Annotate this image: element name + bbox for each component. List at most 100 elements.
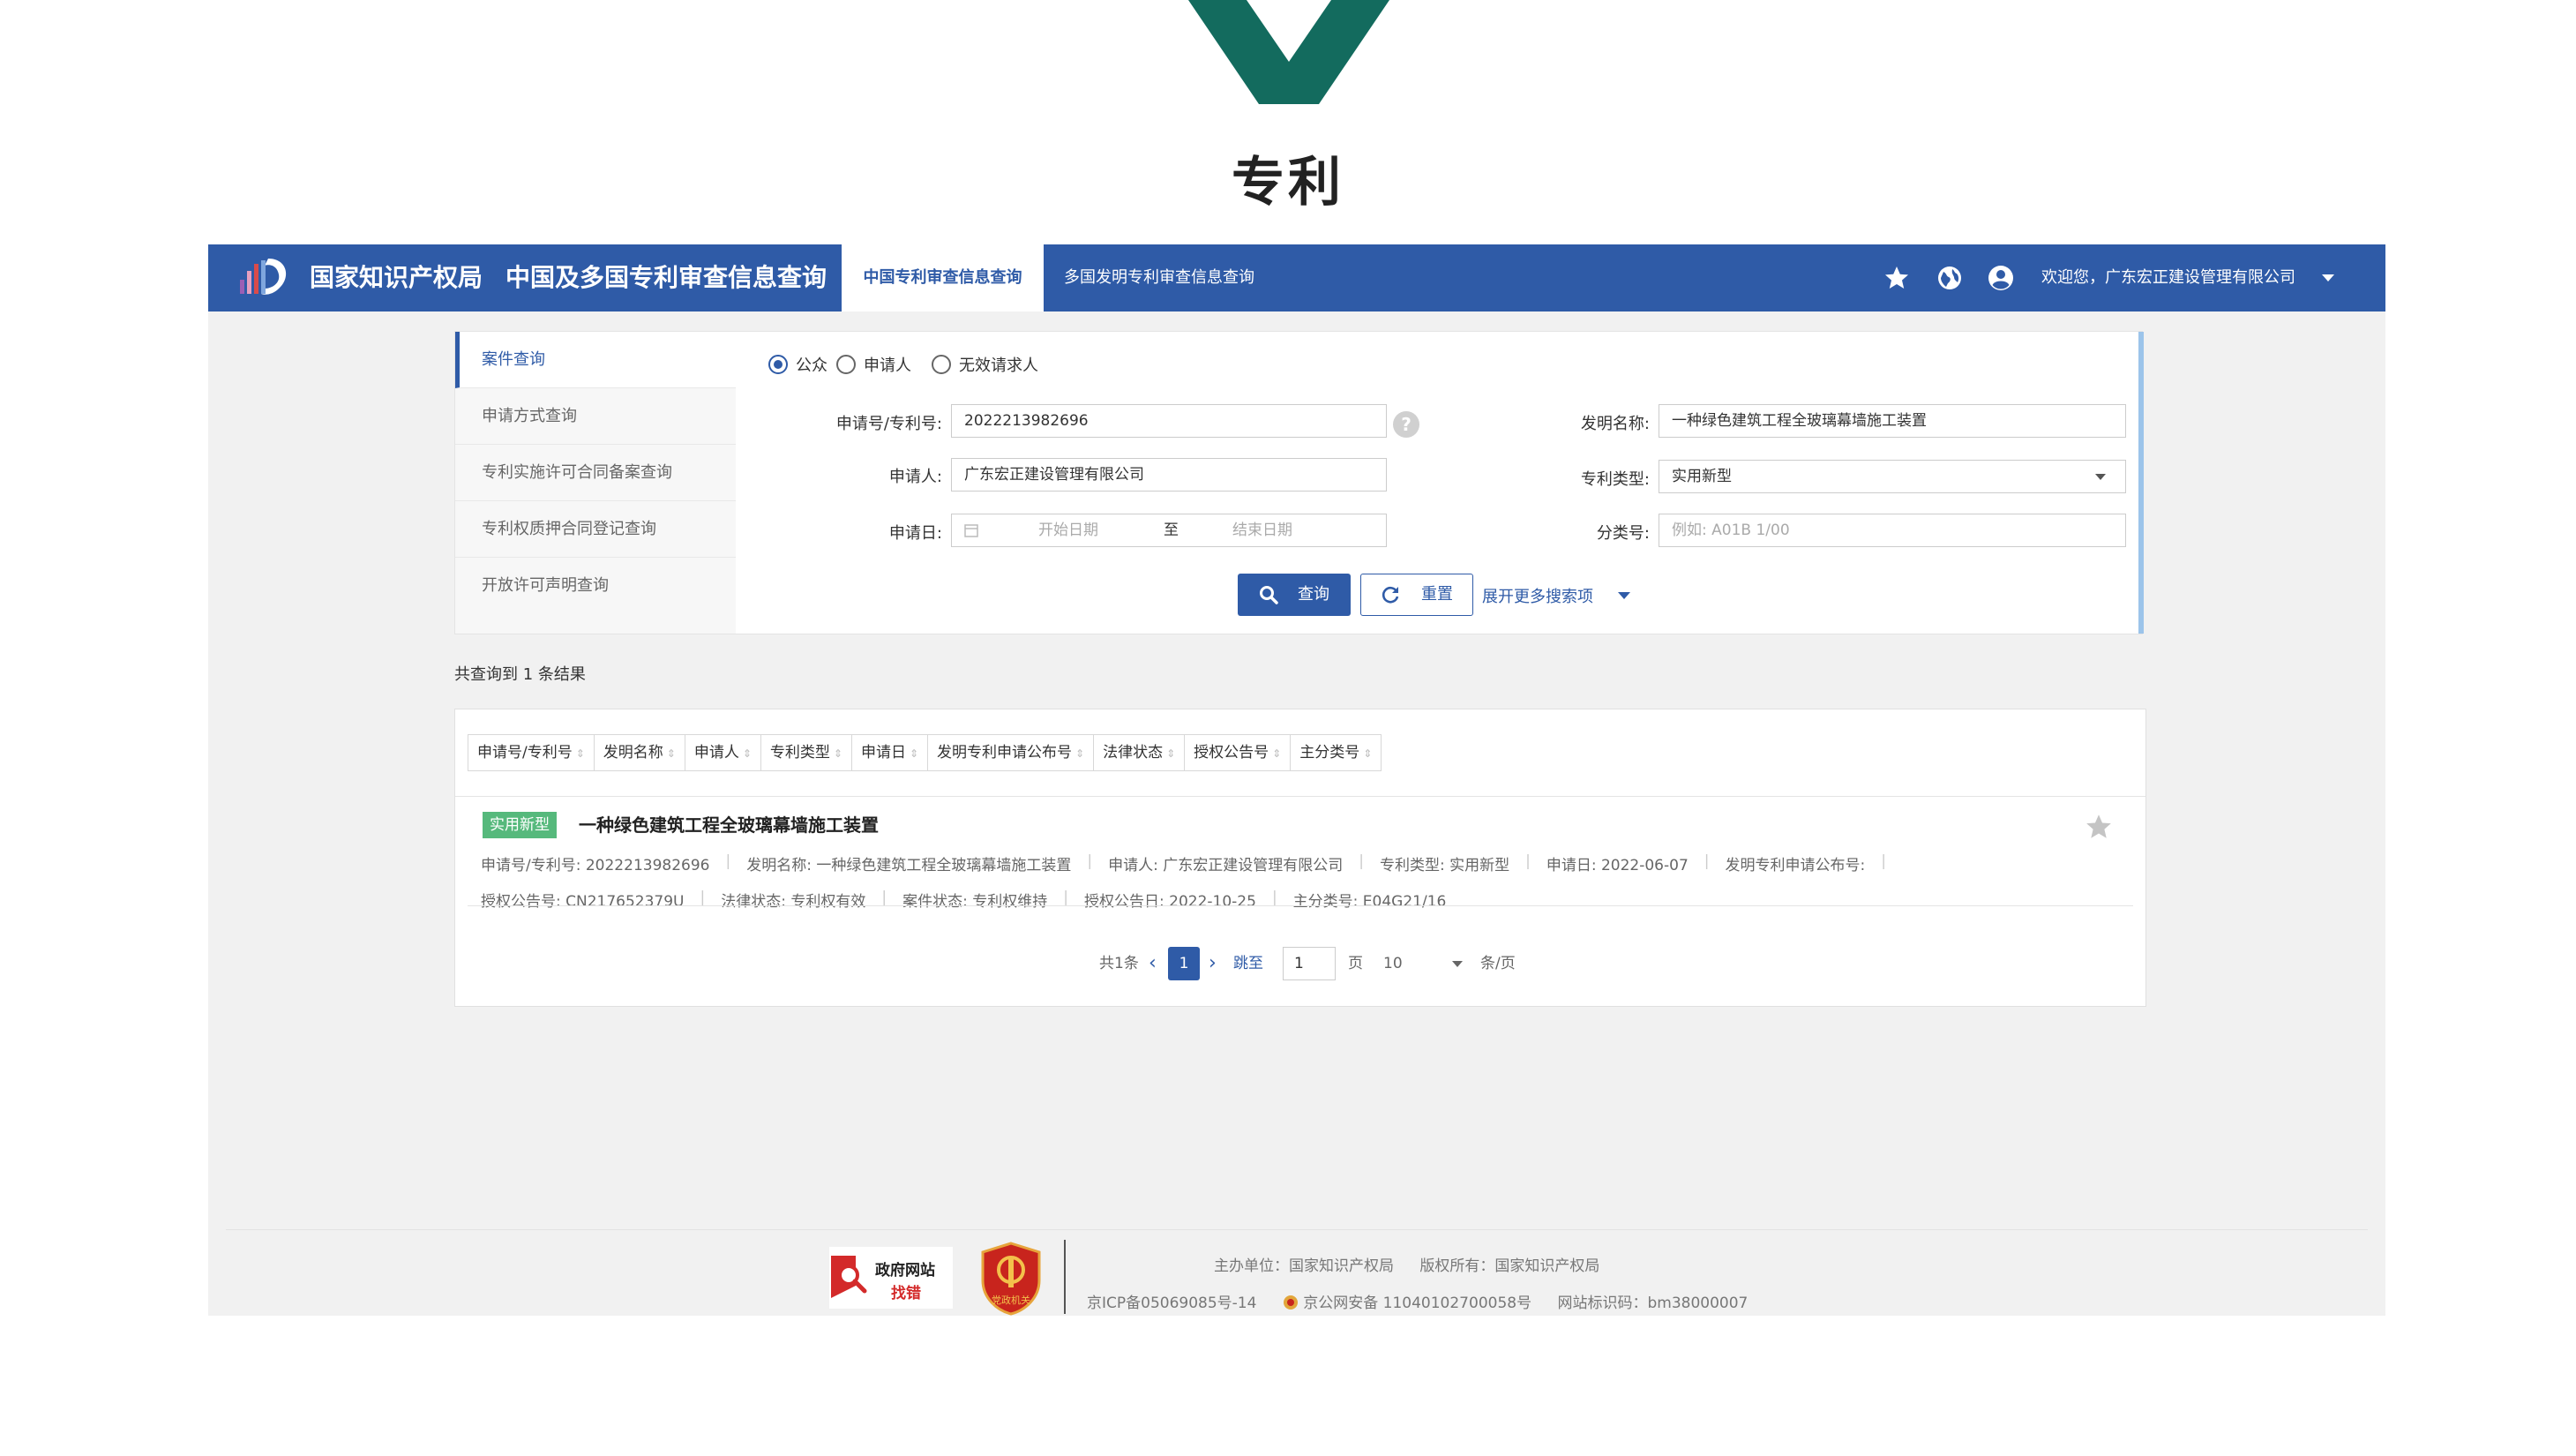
menu-item-case-query[interactable]: 案件查询 <box>455 332 736 388</box>
footer-icp[interactable]: 京ICP备05069085号-14 <box>1087 1295 1256 1312</box>
sort-by-main-class[interactable]: 主分类号 ⇕ <box>1290 734 1382 771</box>
cnipa-logo-icon <box>240 259 287 295</box>
record-title-link[interactable]: 一种绿色建筑工程全玻璃幕墙施工装置 <box>579 812 879 838</box>
meta-filing-date: 申请日: 2022-06-07 <box>1546 857 1689 874</box>
applicant-input[interactable]: 广东宏正建设管理有限公司 <box>951 458 1387 492</box>
sort-icon: ⇕ <box>1166 747 1176 760</box>
sort-icon: ⇕ <box>909 747 919 760</box>
menu-item-filing-method-query[interactable]: 申请方式查询 <box>455 388 736 445</box>
menu-item-pledge-contract-query[interactable]: 专利权质押合同登记查询 <box>455 501 736 558</box>
per-page-unit-label: 条/页 <box>1480 955 1516 972</box>
radio-public-label: 公众 <box>796 356 827 375</box>
sort-icon: ⇕ <box>575 747 585 760</box>
query-type-menu: 案件查询 申请方式查询 专利实施许可合同备案查询 专利权质押合同登记查询 开放许… <box>455 332 736 634</box>
chevron-down-icon[interactable] <box>1618 592 1630 599</box>
police-record-icon <box>1283 1295 1303 1312</box>
footer-divider <box>226 1229 2368 1230</box>
chevron-down-icon <box>2095 474 2106 480</box>
app-screenshot: 国家知识产权局 中国及多国专利审查信息查询 中国专利审查信息查询 多国发明专利审… <box>208 244 2385 1316</box>
favorite-star-icon[interactable] <box>2084 812 2114 842</box>
org-name[interactable]: 国家知识产权局 <box>310 244 483 311</box>
system-name[interactable]: 中国及多国专利审查信息查询 <box>505 244 827 311</box>
radio-applicant[interactable] <box>836 355 856 374</box>
classification-input[interactable]: 例如: A01B 1/00 <box>1659 514 2126 547</box>
tab-china-patent-query[interactable]: 中国专利审查信息查询 <box>842 244 1044 311</box>
page-unit-label: 页 <box>1348 955 1363 972</box>
pagination-total: 共1条 <box>1099 955 1139 972</box>
sort-by-app-no[interactable]: 申请号/专利号 ⇕ <box>468 734 595 771</box>
sort-by-invention-name[interactable]: 发明名称 ⇕ <box>593 734 685 771</box>
radio-applicant-label: 申请人 <box>864 356 911 375</box>
date-end-input[interactable]: 结束日期 <box>1232 514 1292 546</box>
footer-copyright: 版权所有：国家知识产权局 <box>1419 1257 1600 1275</box>
search-icon <box>1260 586 1278 604</box>
footer-record-line: 京ICP备05069085号-14 京公网安备 11040102700058号 … <box>1087 1290 1748 1312</box>
footer-police-record[interactable]: 京公网安备 11040102700058号 <box>1303 1295 1531 1312</box>
gov-badge-line1: 政府网站 <box>875 1262 935 1280</box>
meta-app-no: 申请号/专利号: 2022213982696 <box>481 857 710 874</box>
reset-button[interactable]: 重置 <box>1360 574 1473 616</box>
filing-date-range[interactable]: 开始日期 至 结束日期 <box>951 514 1387 547</box>
menu-item-license-contract-query[interactable]: 专利实施许可合同备案查询 <box>455 445 736 501</box>
meta-publication-no: 发明专利申请公布号: <box>1725 857 1866 874</box>
chevron-down-icon[interactable] <box>2322 274 2334 281</box>
reset-button-label: 重置 <box>1421 585 1453 604</box>
refresh-icon <box>1382 586 1399 604</box>
tab-multi-country-query[interactable]: 多国发明专利审查信息查询 <box>1064 244 1254 311</box>
page-1-button[interactable]: 1 <box>1168 947 1200 980</box>
divider <box>455 796 2145 797</box>
query-button-label: 查询 <box>1298 585 1329 604</box>
result-count: 共查询到 1 条结果 <box>454 665 586 684</box>
radio-invalidation-requester[interactable] <box>932 355 951 374</box>
sort-icon: ⇕ <box>1363 747 1373 760</box>
star-icon[interactable] <box>1883 264 1911 292</box>
footer-host-line: 主办单位：国家知识产权局 版权所有：国家知识产权局 <box>1214 1253 1599 1275</box>
sort-icon: ⇕ <box>1075 747 1085 760</box>
jump-to-label: 跳至 <box>1233 955 1263 972</box>
date-range-separator: 至 <box>1164 522 1179 539</box>
sort-bar: 申请号/专利号 ⇕ 发明名称 ⇕ 申请人 ⇕ 专利类型 ⇕ 申请日 ⇕ 发明专利申请公布号… <box>468 734 1382 771</box>
invention-name-input[interactable]: 一种绿色建筑工程全玻璃幕墙施工装置 <box>1659 404 2126 438</box>
patent-type-value: 实用新型 <box>1672 468 1732 485</box>
calendar-icon <box>964 524 978 537</box>
sort-by-grant-no[interactable]: 授权公告号 ⇕ <box>1184 734 1292 771</box>
chevron-down-icon[interactable] <box>1452 961 1463 967</box>
sort-by-legal-status[interactable]: 法律状态 ⇕ <box>1093 734 1186 771</box>
gov-site-error-report-badge[interactable]: 政府网站 找错 <box>829 1247 953 1309</box>
chevron-decoration <box>1188 0 1389 104</box>
radio-public[interactable] <box>768 355 788 374</box>
meta-patent-type: 专利类型: 实用新型 <box>1379 857 1510 874</box>
jump-page-input[interactable]: 1 <box>1283 947 1336 980</box>
meta-legal-status: 法律状态: 专利权有效 <box>721 893 866 911</box>
record-meta-line-2: 授权公告号: CN217652379U | 法律状态: 专利权有效 | 案件状态: … <box>481 889 1447 911</box>
sort-by-patent-type[interactable]: 专利类型 ⇕ <box>760 734 852 771</box>
globe-icon[interactable] <box>1936 264 1964 292</box>
record-meta-line-1: 申请号/专利号: 2022213982696 | 发明名称: 一种绿色建筑工程全玻… <box>481 852 1886 874</box>
patent-type-badge: 实用新型 <box>483 812 557 838</box>
filing-date-label: 申请日: <box>888 524 942 543</box>
patent-type-select[interactable]: 实用新型 <box>1659 460 2126 493</box>
search-panel: 案件查询 申请方式查询 专利实施许可合同备案查询 专利权质押合同登记查询 开放许… <box>454 331 2144 634</box>
gov-badge-line2: 找错 <box>891 1285 921 1302</box>
next-page-icon[interactable]: › <box>1209 946 1217 981</box>
patent-type-label: 专利类型: <box>1580 470 1650 489</box>
date-start-input[interactable]: 开始日期 <box>1038 514 1098 546</box>
prev-page-icon[interactable]: ‹ <box>1149 946 1157 981</box>
sort-by-applicant[interactable]: 申请人 ⇕ <box>684 734 761 771</box>
party-gov-organ-badge[interactable]: 党政机关 <box>979 1242 1043 1316</box>
welcome-user-menu[interactable]: 欢迎您，广东宏正建设管理有限公司 <box>2041 244 2295 311</box>
expand-more-filters-link[interactable]: 展开更多搜索项 <box>1482 584 1593 607</box>
sort-icon: ⇕ <box>742 747 752 760</box>
help-icon[interactable]: ? <box>1393 411 1419 438</box>
user-icon[interactable] <box>1987 264 2015 292</box>
app-no-input[interactable]: 2022213982696 <box>951 404 1387 438</box>
footer-separator <box>1064 1240 1066 1314</box>
page-size-select[interactable]: 10 <box>1383 946 1403 981</box>
query-button[interactable]: 查询 <box>1238 574 1351 616</box>
emblem-label: 党政机关 <box>992 1295 1030 1306</box>
classification-label: 分类号: <box>1596 524 1650 543</box>
sort-by-filing-date[interactable]: 申请日 ⇕ <box>850 734 929 771</box>
radio-invalidation-requester-label: 无效请求人 <box>959 356 1038 375</box>
sort-by-publication-no[interactable]: 发明专利申请公布号 ⇕ <box>927 734 1095 771</box>
menu-item-open-license-query[interactable]: 开放许可声明查询 <box>455 558 736 614</box>
